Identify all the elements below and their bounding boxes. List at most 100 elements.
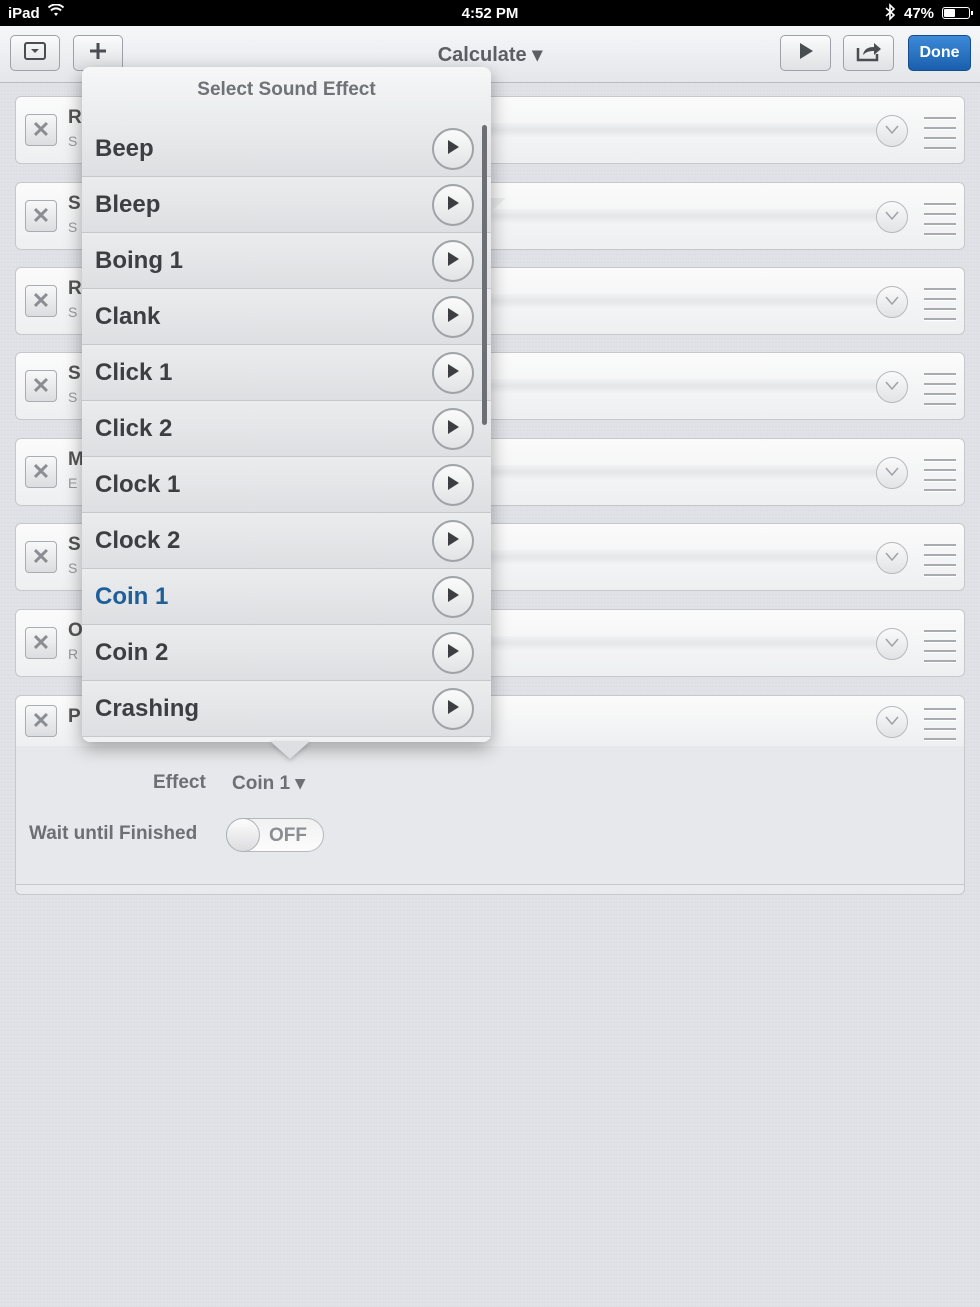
expand-action-button[interactable] bbox=[876, 457, 908, 489]
action-subtitle: E bbox=[68, 475, 78, 491]
sound-item[interactable]: Clock 1 bbox=[82, 457, 491, 513]
drag-handle-icon[interactable] bbox=[924, 630, 956, 663]
row-divider bbox=[486, 636, 894, 650]
play-icon bbox=[446, 195, 460, 216]
sound-item[interactable]: Clank bbox=[82, 289, 491, 345]
action-subtitle: S bbox=[68, 304, 78, 320]
preview-sound-button[interactable] bbox=[432, 464, 474, 506]
sound-item[interactable]: Click 2 bbox=[82, 401, 491, 457]
sound-item[interactable]: Coin 2 bbox=[82, 625, 491, 681]
expand-action-button[interactable] bbox=[876, 542, 908, 574]
expand-action-button[interactable] bbox=[876, 371, 908, 403]
action-title: S bbox=[68, 363, 81, 384]
drag-handle-icon[interactable] bbox=[924, 373, 956, 406]
sound-item[interactable]: Crashing bbox=[82, 681, 491, 737]
action-title: R bbox=[68, 107, 82, 128]
expand-action-button[interactable] bbox=[876, 115, 908, 147]
sound-name: Coin 2 bbox=[95, 639, 169, 666]
play-icon bbox=[798, 42, 814, 65]
sound-item[interactable]: Clock 2 bbox=[82, 513, 491, 569]
chevron-down-icon bbox=[885, 713, 899, 731]
delete-action-button[interactable]: ✕ bbox=[25, 114, 57, 146]
play-icon bbox=[446, 699, 460, 720]
wait-toggle[interactable]: OFF bbox=[226, 818, 324, 852]
action-title: S bbox=[68, 534, 81, 555]
sound-item[interactable]: Beep bbox=[82, 121, 491, 177]
action-title: P bbox=[68, 706, 81, 727]
preview-sound-button[interactable] bbox=[432, 128, 474, 170]
preview-sound-button[interactable] bbox=[432, 632, 474, 674]
delete-action-button[interactable]: ✕ bbox=[25, 705, 57, 737]
preview-sound-button[interactable] bbox=[432, 352, 474, 394]
chevron-down-icon bbox=[885, 293, 899, 311]
delete-action-button[interactable]: ✕ bbox=[25, 370, 57, 402]
sound-item[interactable]: Boing 1 bbox=[82, 233, 491, 289]
delete-action-button[interactable]: ✕ bbox=[25, 200, 57, 232]
action-subtitle: R bbox=[68, 646, 79, 662]
delete-action-button[interactable]: ✕ bbox=[25, 627, 57, 659]
sound-item[interactable]: Click 1 bbox=[82, 345, 491, 401]
done-button[interactable]: Done bbox=[908, 35, 971, 71]
wait-label: Wait until Finished bbox=[29, 823, 198, 844]
row-divider bbox=[486, 379, 894, 393]
expand-action-button[interactable] bbox=[876, 628, 908, 660]
sound-effect-popover: Select Sound Effect Beep Bleep Boing 1 Clan… bbox=[82, 67, 491, 742]
expand-action-button[interactable] bbox=[876, 201, 908, 233]
toggle-knob bbox=[226, 818, 260, 852]
close-icon: ✕ bbox=[31, 708, 51, 733]
sound-name: Clock 1 bbox=[95, 471, 181, 498]
toggle-state: OFF bbox=[269, 825, 307, 846]
row-divider bbox=[486, 209, 894, 223]
share-icon bbox=[855, 40, 883, 67]
play-icon bbox=[446, 307, 460, 328]
workflow-title[interactable]: Calculate ▾ bbox=[0, 42, 980, 67]
sound-name: Coin 1 bbox=[95, 583, 169, 610]
popover-title: Select Sound Effect bbox=[82, 67, 491, 122]
play-icon bbox=[446, 139, 460, 160]
delete-action-button[interactable]: ✕ bbox=[25, 456, 57, 488]
close-icon: ✕ bbox=[31, 373, 51, 398]
collapse-action-button[interactable] bbox=[876, 706, 908, 738]
sound-name: Clock 2 bbox=[95, 527, 181, 554]
action-parameters bbox=[16, 746, 964, 885]
drag-handle-icon[interactable] bbox=[924, 708, 956, 741]
sound-name: Boing 1 bbox=[95, 247, 183, 274]
sound-name: Click 2 bbox=[95, 415, 173, 442]
chevron-down-icon bbox=[885, 208, 899, 226]
row-divider bbox=[486, 465, 894, 479]
drag-handle-icon[interactable] bbox=[924, 203, 956, 236]
run-button[interactable] bbox=[780, 35, 831, 71]
battery-icon bbox=[942, 7, 973, 19]
delete-action-button[interactable]: ✕ bbox=[25, 285, 57, 317]
action-title: O bbox=[68, 620, 83, 641]
drag-handle-icon[interactable] bbox=[924, 117, 956, 150]
preview-sound-button[interactable] bbox=[432, 520, 474, 562]
preview-sound-button[interactable] bbox=[432, 688, 474, 730]
row-divider bbox=[486, 550, 894, 564]
drag-handle-icon[interactable] bbox=[924, 288, 956, 321]
preview-sound-button[interactable] bbox=[432, 408, 474, 450]
play-icon bbox=[446, 419, 460, 440]
preview-sound-button[interactable] bbox=[432, 296, 474, 338]
action-subtitle: S bbox=[68, 560, 78, 576]
clock: 4:52 PM bbox=[461, 5, 519, 22]
preview-sound-button[interactable] bbox=[432, 240, 474, 282]
preview-sound-button[interactable] bbox=[432, 184, 474, 226]
play-icon bbox=[446, 587, 460, 608]
expand-action-button[interactable] bbox=[876, 286, 908, 318]
sound-item[interactable]: Coin 1 bbox=[82, 569, 491, 625]
play-icon bbox=[446, 251, 460, 272]
scrollbar[interactable] bbox=[482, 125, 487, 425]
share-button[interactable] bbox=[843, 35, 894, 71]
drag-handle-icon[interactable] bbox=[924, 459, 956, 492]
preview-sound-button[interactable] bbox=[432, 576, 474, 618]
delete-action-button[interactable]: ✕ bbox=[25, 541, 57, 573]
sound-item[interactable]: Bleep bbox=[82, 177, 491, 233]
close-icon: ✕ bbox=[31, 117, 51, 142]
effect-value[interactable]: Coin 1 ▾ bbox=[232, 772, 305, 795]
chevron-down-icon bbox=[885, 635, 899, 653]
row-divider bbox=[486, 294, 894, 308]
sound-name: Beep bbox=[95, 135, 154, 162]
action-subtitle: S bbox=[68, 219, 78, 235]
drag-handle-icon[interactable] bbox=[924, 544, 956, 577]
